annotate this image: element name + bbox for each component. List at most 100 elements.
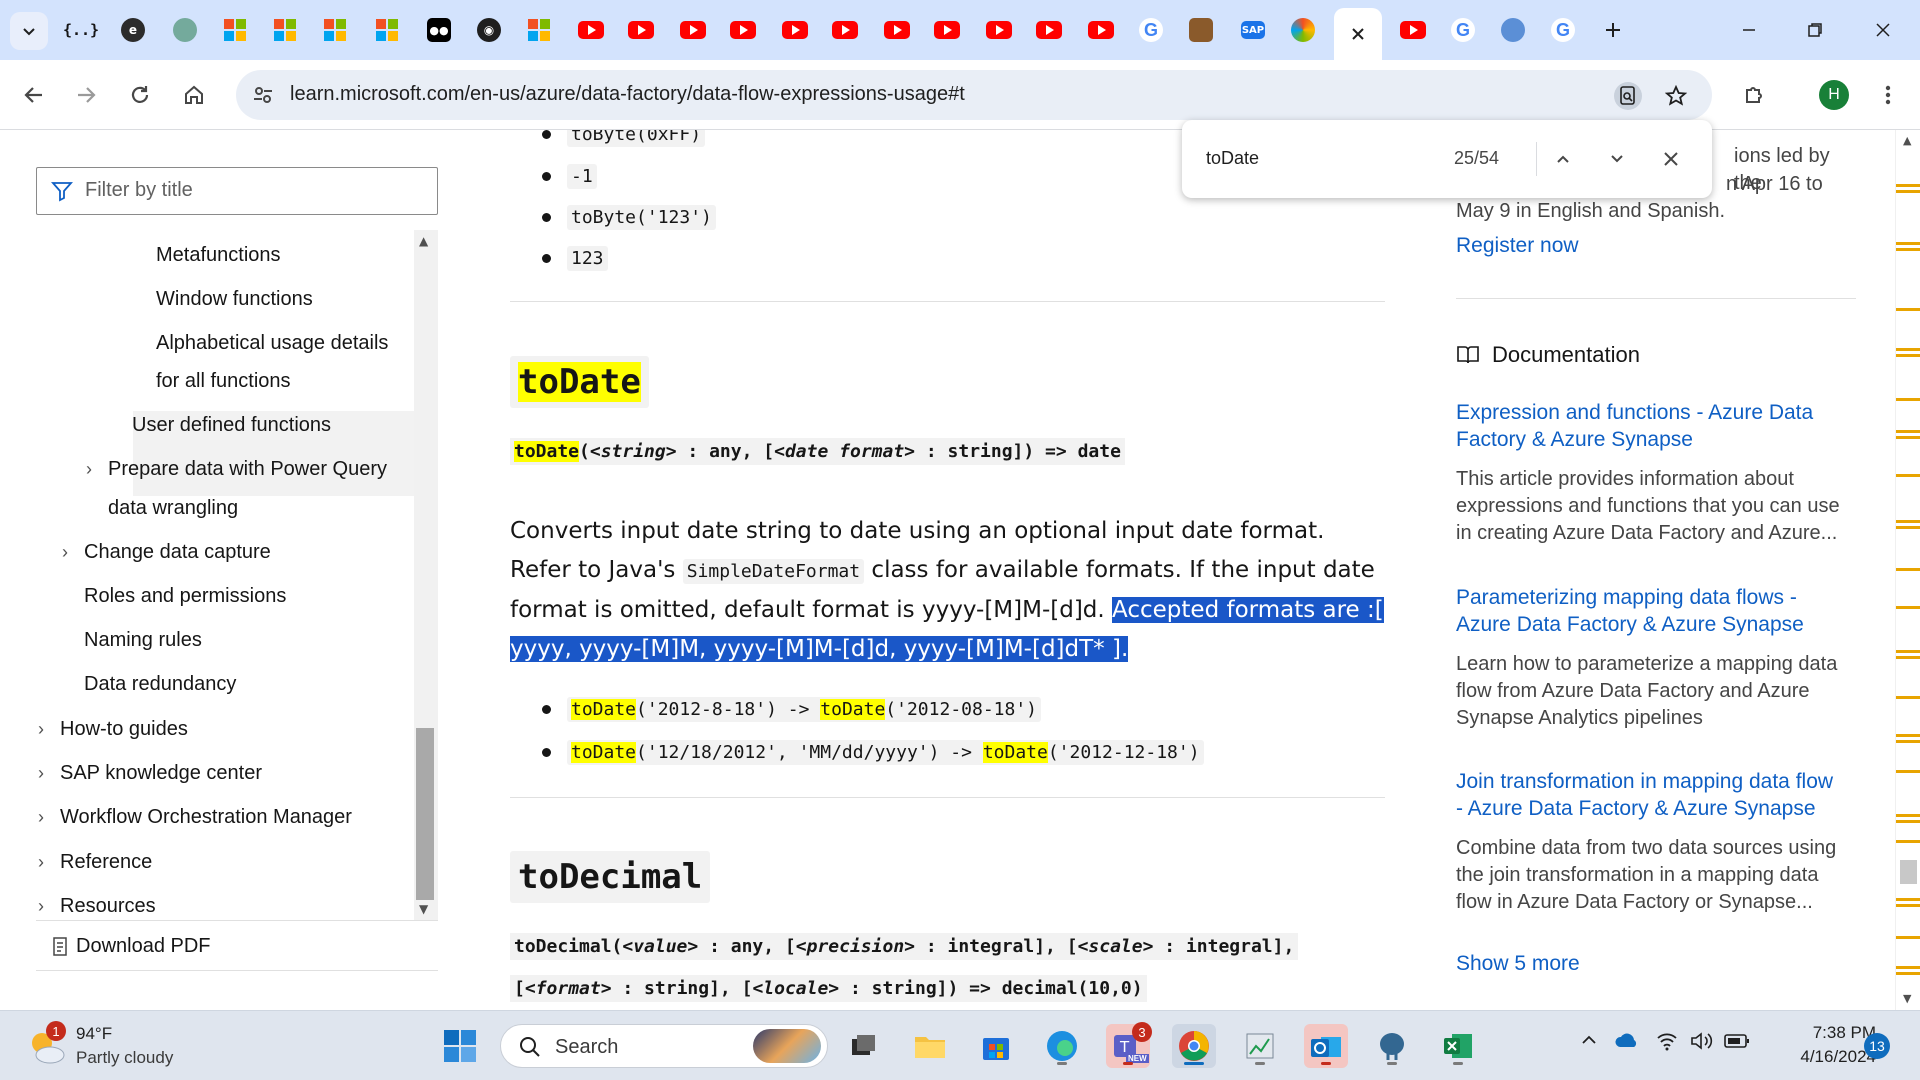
toc-item-alphabetical-usage[interactable]: Alphabetical usage details bbox=[156, 324, 388, 362]
weather-description[interactable]: Partly cloudy bbox=[76, 1048, 173, 1068]
wifi-icon[interactable] bbox=[1656, 1031, 1678, 1056]
page-scrollbar-thumb[interactable] bbox=[1900, 860, 1917, 884]
notification-badge[interactable]: 13 bbox=[1864, 1033, 1890, 1059]
tab-youtube-icon[interactable] bbox=[730, 17, 756, 43]
tab-google-icon[interactable]: G bbox=[1450, 17, 1476, 43]
extensions-button[interactable] bbox=[1732, 73, 1776, 117]
tab-youtube-icon[interactable] bbox=[1036, 17, 1062, 43]
clock-date[interactable]: 4/16/2024 bbox=[1774, 1047, 1876, 1067]
tab-sap-icon[interactable]: SAP bbox=[1240, 17, 1266, 43]
scroll-up-arrow-icon[interactable]: ▲ bbox=[1903, 134, 1911, 147]
url-text[interactable]: learn.microsoft.com/en-us/azure/data-fac… bbox=[290, 83, 965, 106]
tab-edge-dev-icon[interactable]: e bbox=[120, 17, 146, 43]
find-input[interactable]: toDate bbox=[1206, 148, 1259, 169]
tab-copilot-icon[interactable] bbox=[1290, 17, 1316, 43]
tab-json-icon[interactable]: {..} bbox=[63, 17, 99, 43]
restore-button[interactable] bbox=[1790, 12, 1840, 48]
doc-link-expression-functions[interactable]: Expression and functions - Azure Data bbox=[1456, 399, 1813, 426]
tab-medium-icon[interactable]: ●● bbox=[426, 17, 452, 43]
tab-active[interactable] bbox=[1334, 8, 1382, 60]
tab-youtube-icon[interactable] bbox=[578, 17, 604, 43]
find-in-page-icon[interactable] bbox=[1614, 82, 1642, 110]
find-close-button[interactable] bbox=[1654, 142, 1688, 176]
tab-microsoft-icon[interactable] bbox=[526, 17, 552, 43]
taskbar-search[interactable]: Search bbox=[500, 1024, 828, 1068]
tab-youtube-icon[interactable] bbox=[934, 17, 960, 43]
show-more-link[interactable]: Show 5 more bbox=[1456, 950, 1580, 977]
store-button[interactable] bbox=[974, 1024, 1018, 1068]
minimize-button[interactable] bbox=[1724, 12, 1774, 48]
tab-google-icon[interactable]: G bbox=[1550, 17, 1576, 43]
toc-item-alphabetical-usage[interactable]: for all functions bbox=[156, 362, 291, 400]
toc-item-reference[interactable]: › Reference bbox=[38, 843, 152, 881]
outlook-button[interactable] bbox=[1304, 1024, 1348, 1068]
toc-item-user-defined-functions[interactable]: User defined functions bbox=[132, 406, 331, 444]
filter-by-title-input[interactable]: Filter by title bbox=[36, 167, 438, 215]
clock-time[interactable]: 7:38 PM bbox=[1774, 1023, 1876, 1043]
postgres-button[interactable] bbox=[1370, 1024, 1414, 1068]
tab-youtube-icon[interactable] bbox=[986, 17, 1012, 43]
toc-item-how-to-guides[interactable]: › How-to guides bbox=[38, 710, 188, 748]
toc-item-roles-permissions[interactable]: Roles and permissions bbox=[84, 577, 286, 615]
volume-icon[interactable] bbox=[1690, 1031, 1714, 1056]
toc-item-metafunctions[interactable]: Metafunctions bbox=[156, 236, 281, 274]
tab-youtube-icon[interactable] bbox=[832, 17, 858, 43]
onedrive-icon[interactable] bbox=[1614, 1033, 1640, 1054]
app-button[interactable] bbox=[1238, 1024, 1282, 1068]
tab-youtube-icon[interactable] bbox=[680, 17, 706, 43]
tab-chatgpt-icon[interactable] bbox=[172, 17, 198, 43]
chrome-button[interactable] bbox=[1172, 1024, 1216, 1068]
toc-item-data-redundancy[interactable]: Data redundancy bbox=[84, 665, 236, 703]
start-button[interactable] bbox=[438, 1024, 482, 1068]
task-view-button[interactable] bbox=[842, 1024, 886, 1068]
tab-youtube-icon[interactable] bbox=[782, 17, 808, 43]
back-button[interactable] bbox=[12, 73, 56, 117]
scroll-down-arrow-icon[interactable]: ▼ bbox=[1903, 992, 1911, 1005]
toc-item-prepare-data-power-query[interactable]: › Prepare data with Power Query bbox=[86, 450, 387, 488]
toc-item-sap-knowledge-center[interactable]: › SAP knowledge center bbox=[38, 754, 262, 792]
battery-icon[interactable] bbox=[1724, 1033, 1750, 1054]
doc-link-join-transformation[interactable]: Join transformation in mapping data flow bbox=[1456, 768, 1833, 795]
forward-button[interactable] bbox=[64, 73, 108, 117]
tab-microsoft-icon[interactable] bbox=[322, 17, 348, 43]
tray-overflow-chevron-icon[interactable] bbox=[1580, 1031, 1598, 1054]
toc-item-change-data-capture[interactable]: › Change data capture bbox=[62, 533, 271, 571]
tab-globe-icon[interactable] bbox=[1500, 17, 1526, 43]
tab-youtube-icon[interactable] bbox=[1400, 17, 1426, 43]
tab-github-icon[interactable]: ◉ bbox=[476, 17, 502, 43]
scroll-down-arrow-icon[interactable]: ▼ bbox=[419, 902, 428, 916]
toc-item-naming-rules[interactable]: Naming rules bbox=[84, 621, 202, 659]
tab-image-icon[interactable] bbox=[1188, 17, 1214, 43]
weather-temp[interactable]: 94°F bbox=[76, 1024, 112, 1044]
teams-button[interactable]: T 3 NEW bbox=[1106, 1022, 1152, 1068]
home-button[interactable] bbox=[172, 73, 216, 117]
find-next-button[interactable] bbox=[1600, 142, 1634, 176]
toc-scrollbar[interactable]: ▲ ▼ bbox=[414, 230, 438, 920]
toc-item-window-functions[interactable]: Window functions bbox=[156, 280, 313, 318]
tab-google-icon[interactable]: G bbox=[1138, 17, 1164, 43]
download-pdf-link[interactable]: Download PDF bbox=[52, 935, 211, 958]
bookmark-star-icon[interactable] bbox=[1662, 82, 1690, 110]
tab-microsoft-icon[interactable] bbox=[272, 17, 298, 43]
toc-item-data-wrangling[interactable]: data wrangling bbox=[108, 489, 238, 527]
close-window-button[interactable] bbox=[1858, 12, 1908, 48]
scroll-up-arrow-icon[interactable]: ▲ bbox=[419, 234, 428, 248]
tab-youtube-icon[interactable] bbox=[1088, 17, 1114, 43]
toc-item-workflow-orchestration[interactable]: › Workflow Orchestration Manager bbox=[38, 798, 352, 836]
page-scrollbar[interactable]: ▲ ▼ bbox=[1895, 130, 1920, 1010]
site-info-icon[interactable] bbox=[250, 82, 276, 108]
register-now-link[interactable]: Register now bbox=[1456, 232, 1579, 259]
tab-youtube-icon[interactable] bbox=[628, 17, 654, 43]
tab-youtube-icon[interactable] bbox=[884, 17, 910, 43]
weather-widget[interactable]: 1 bbox=[26, 1021, 68, 1067]
address-bar[interactable]: learn.microsoft.com/en-us/azure/data-fac… bbox=[236, 70, 1712, 120]
new-tab-button[interactable] bbox=[1600, 17, 1626, 43]
doc-link-parameterizing[interactable]: Parameterizing mapping data flows - bbox=[1456, 584, 1797, 611]
tab-microsoft-icon[interactable] bbox=[374, 17, 400, 43]
toc-scrollbar-thumb[interactable] bbox=[416, 728, 434, 900]
doc-link-parameterizing[interactable]: Azure Data Factory & Azure Synapse bbox=[1456, 611, 1804, 638]
tab-search-button[interactable] bbox=[10, 12, 48, 50]
tab-microsoft-icon[interactable] bbox=[222, 17, 248, 43]
reload-button[interactable] bbox=[118, 73, 162, 117]
file-explorer-button[interactable] bbox=[908, 1024, 952, 1068]
